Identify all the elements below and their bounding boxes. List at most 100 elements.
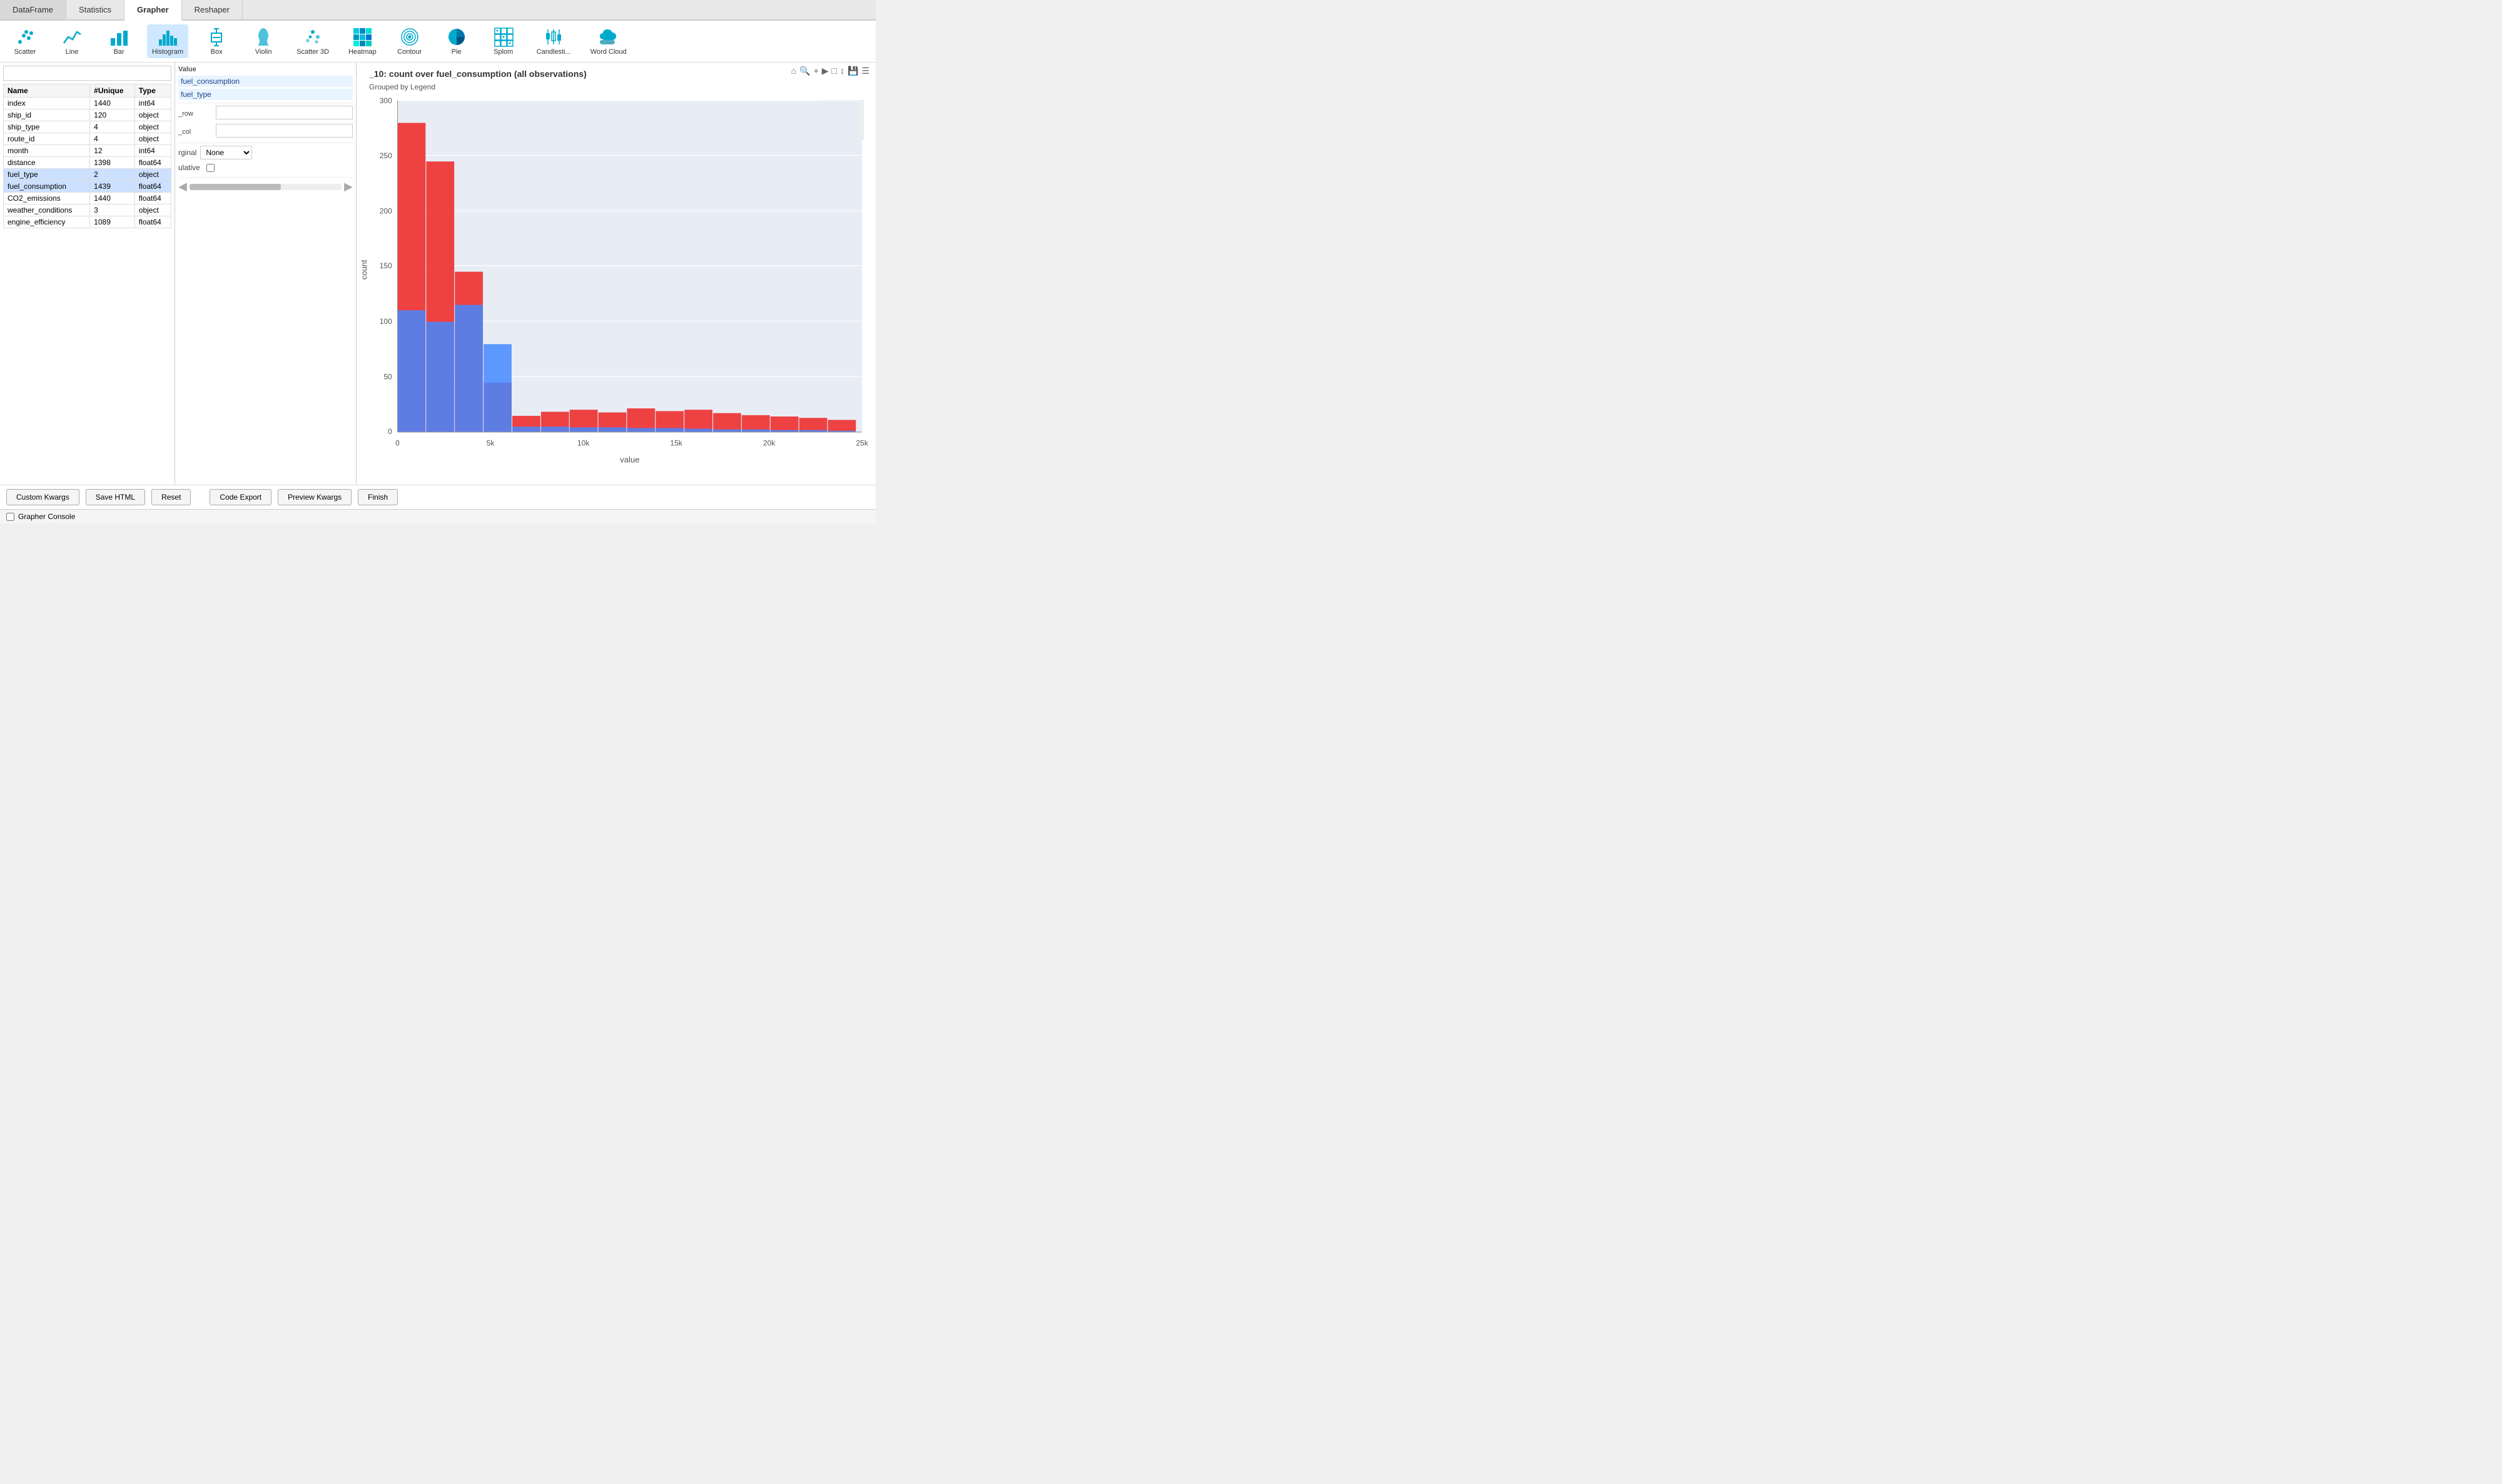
col-field-input[interactable] [216,124,353,138]
value-field-1[interactable]: fuel_consumption [178,76,353,87]
save-html-button[interactable]: Save HTML [86,489,145,505]
bar-diesel-15 [799,418,828,432]
cell-type: float64 [134,181,171,193]
cell-name: fuel_consumption [4,181,90,193]
tool-scatter-label: Scatter [14,48,36,56]
console-checkbox[interactable] [6,513,14,521]
settings-icon[interactable]: ☰ [861,66,869,76]
bar-hfo-3 [455,305,483,432]
bar-diesel-12 [713,413,741,432]
cell-unique: 120 [90,109,135,121]
tool-pie[interactable]: Pie [438,24,475,58]
table-row[interactable]: CO2_emissions 1440 float64 [4,193,171,204]
col-header-type[interactable]: Type [134,84,171,98]
cumulative-checkbox[interactable] [206,164,215,172]
pan-icon[interactable]: ↕ [840,66,844,76]
reset-button[interactable]: Reset [151,489,191,505]
tool-wordcloud-label: Word Cloud [590,48,627,56]
marginal-label: rginal [178,148,196,157]
y-label-250: 250 [380,151,392,160]
preview-kwargs-button[interactable]: Preview Kwargs [278,489,352,505]
marginal-row: rginal None rug box violin histogram [178,146,353,159]
tool-line[interactable]: Line [53,24,91,58]
row-field-row: _row [178,106,353,122]
table-row[interactable]: fuel_type 2 object [4,169,171,181]
tool-contour[interactable]: Contour [391,24,428,58]
cell-unique: 1089 [90,216,135,228]
tab-bar: DataFrame Statistics Grapher Reshaper [0,0,876,21]
finish-button[interactable]: Finish [358,489,398,505]
tool-violin[interactable]: Violin [245,24,282,58]
scroll-x-bar[interactable]: ◀ ▶ [178,180,353,193]
tool-histogram-label: Histogram [152,48,183,56]
bar-diesel-14 [771,416,799,432]
console-label: Grapher Console [18,512,75,521]
table-row[interactable]: ship_type 4 object [4,121,171,133]
code-export-button[interactable]: Code Export [210,489,271,505]
cell-name: fuel_type [4,169,90,181]
cell-name: ship_type [4,121,90,133]
tool-splom[interactable]: Splom [485,24,522,58]
tab-reshaper[interactable]: Reshaper [182,0,243,19]
select-icon[interactable]: □ [832,66,837,76]
tool-contour-label: Contour [397,48,422,56]
value-field-2[interactable]: fuel_type [178,89,353,100]
y-label-300: 300 [380,96,392,105]
dataframe-table: Name #Unique Type index 1440 int64 ship_… [3,84,171,228]
zoom-home-icon[interactable]: ⌂ [791,66,796,76]
x-label-0: 0 [395,439,400,448]
zoom-in-icon[interactable]: 🔍 [799,66,810,76]
y-label-100: 100 [380,317,392,326]
table-row[interactable]: ship_id 120 object [4,109,171,121]
bar-diesel-16 [828,420,856,432]
value-section-label: Value [178,66,353,73]
x-label-20k: 20k [763,439,775,448]
cell-name: distance [4,157,90,169]
scroll-right-icon[interactable]: ▶ [344,180,353,193]
tool-bar[interactable]: Bar [100,24,138,58]
chart-title: _10: count over fuel_consumption (all ob… [369,69,587,79]
save-icon[interactable]: 💾 [848,66,858,76]
cell-type: int64 [134,145,171,157]
table-row[interactable]: engine_efficiency 1089 float64 [4,216,171,228]
tool-scatter[interactable]: Scatter [6,24,44,58]
tool-heatmap[interactable]: Heatmap [343,24,382,58]
table-row[interactable]: index 1440 int64 [4,98,171,109]
tab-statistics[interactable]: Statistics [66,0,124,19]
tab-dataframe[interactable]: DataFrame [0,0,66,19]
tab-grapher[interactable]: Grapher [124,0,182,21]
table-row[interactable]: route_id 4 object [4,133,171,145]
table-row[interactable]: fuel_consumption 1439 float64 [4,181,171,193]
bar-hfo-13 [742,430,770,432]
cell-unique: 4 [90,121,135,133]
cell-type: object [134,133,171,145]
cell-unique: 4 [90,133,135,145]
tool-scatter3d[interactable]: Scatter 3D [291,24,334,58]
content-area: Name #Unique Type index 1440 int64 ship_… [0,63,876,485]
col-header-name[interactable]: Name [4,84,90,98]
scroll-left-icon[interactable]: ◀ [178,180,187,193]
y-label-0: 0 [388,427,392,436]
cell-unique: 3 [90,204,135,216]
custom-kwargs-button[interactable]: Custom Kwargs [6,489,79,505]
table-row[interactable]: month 12 int64 [4,145,171,157]
table-row[interactable]: distance 1398 float64 [4,157,171,169]
tool-wordcloud[interactable]: Word Cloud [585,24,632,58]
table-row[interactable]: weather_conditions 3 object [4,204,171,216]
col-header-unique[interactable]: #Unique [90,84,135,98]
add-icon[interactable]: + [814,66,819,76]
tool-candlestick[interactable]: Candlesti... [532,24,576,58]
bar-hfo-5 [512,427,540,432]
search-input[interactable] [3,66,171,81]
console-bar: Grapher Console [0,509,876,523]
lasso-icon[interactable]: ▶ [822,66,829,76]
row-field-input[interactable] [216,106,353,119]
cell-type: object [134,204,171,216]
tool-histogram[interactable]: Histogram [147,24,188,58]
tool-candlestick-label: Candlesti... [537,48,571,56]
tool-box[interactable]: Box [198,24,235,58]
marginal-select[interactable]: None rug box violin histogram [200,146,252,159]
cell-type: object [134,121,171,133]
cell-unique: 1440 [90,193,135,204]
tool-bar-label: Bar [113,48,124,56]
